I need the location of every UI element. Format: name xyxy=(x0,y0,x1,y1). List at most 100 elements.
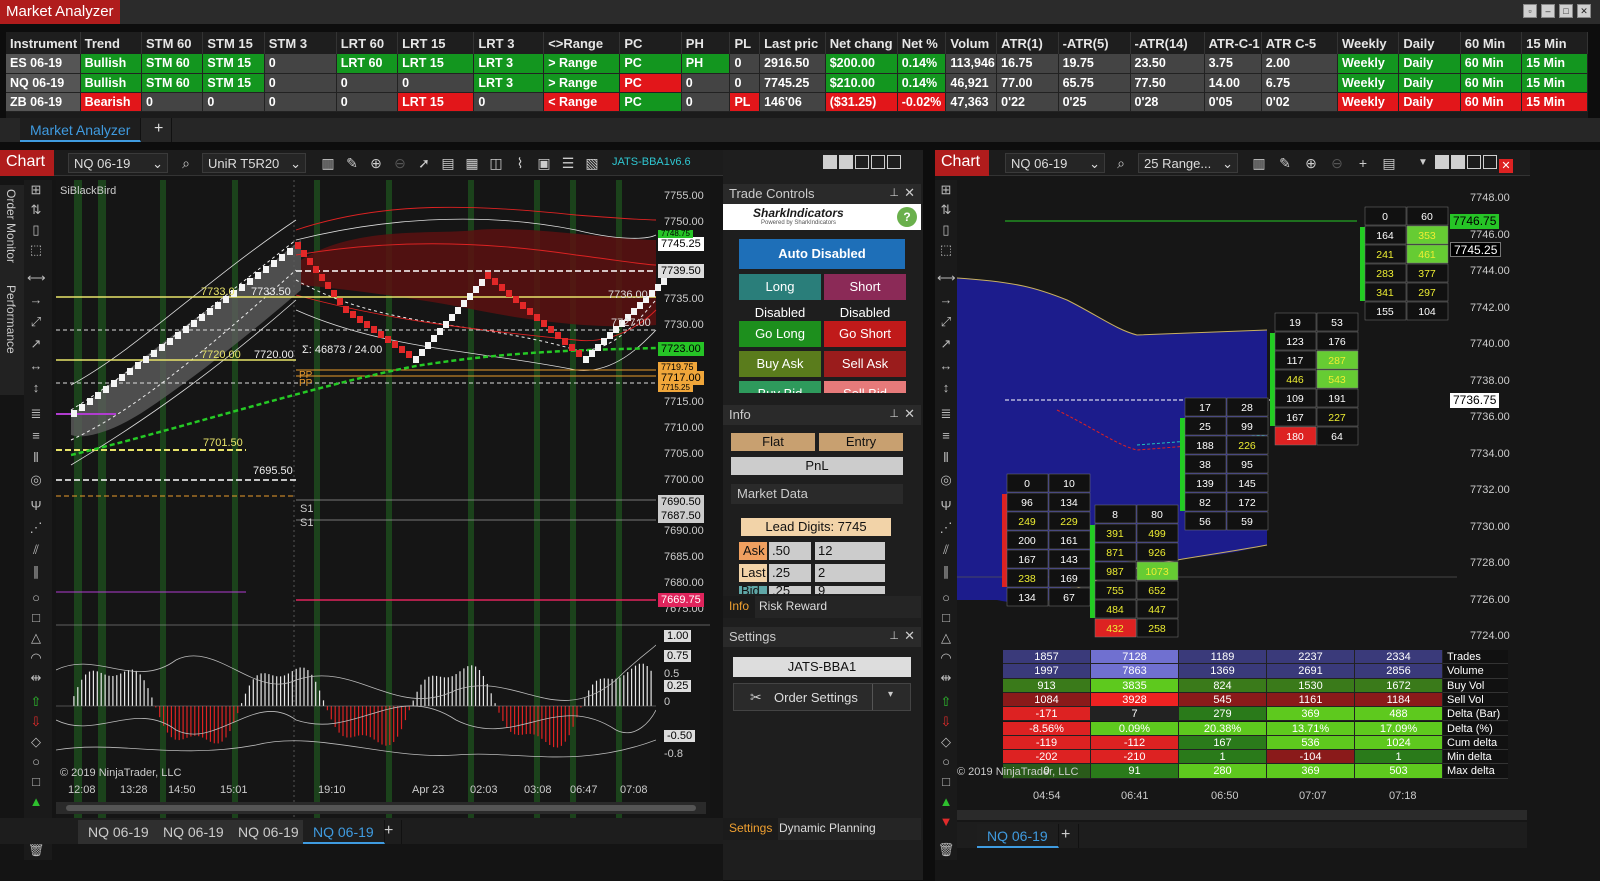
arrow-up-icon[interactable]: ⇧ xyxy=(27,694,45,710)
layout-icon[interactable] xyxy=(1435,155,1449,169)
region-icon[interactable]: ⇹ xyxy=(27,670,45,686)
grid-cell[interactable]: 113,946 xyxy=(945,54,998,74)
grid-cell[interactable]: > Range xyxy=(543,54,621,74)
close-icon[interactable]: ✕ xyxy=(904,406,915,422)
close-icon[interactable]: ✕ xyxy=(1499,159,1513,173)
tab-info[interactable]: Info xyxy=(723,596,756,618)
grid-cell[interactable]: 19.75 xyxy=(1058,54,1131,74)
rectangle-icon[interactable]: □ xyxy=(937,610,955,626)
fib-extension-icon[interactable]: ≡ xyxy=(27,428,45,444)
go-short-button[interactable]: Go Short xyxy=(824,321,906,347)
chart-trader-icon[interactable]: ▧ xyxy=(584,155,600,171)
grid-cell[interactable]: 77.50 xyxy=(1130,73,1205,93)
grid-cell[interactable]: 60 Min xyxy=(1460,73,1523,93)
grid-cell[interactable]: -0.02% xyxy=(897,92,947,112)
restore-icon[interactable] xyxy=(887,155,901,169)
arrow-down-icon[interactable]: ⇩ xyxy=(937,714,955,730)
column-header[interactable]: STM 60 xyxy=(141,32,204,54)
grid-cell[interactable]: STM 60 xyxy=(141,73,204,93)
grid-cell[interactable]: 0.14% xyxy=(897,73,947,93)
grid-cell[interactable]: 2916.50 xyxy=(759,54,826,74)
arrange-icon[interactable]: ⇅ xyxy=(27,202,45,218)
arc-icon[interactable]: ◠ xyxy=(27,650,45,666)
cursor-icon[interactable]: ➚ xyxy=(416,155,432,171)
arc-icon[interactable]: ◠ xyxy=(937,650,955,666)
minimize-icon[interactable] xyxy=(855,155,869,169)
column-header[interactable]: Instrument xyxy=(6,32,81,54)
regression-channel-icon[interactable]: ⫽ xyxy=(27,542,45,558)
grid-cell[interactable]: 0.14% xyxy=(897,54,947,74)
column-header[interactable]: 60 Min xyxy=(1460,32,1523,54)
bar-chart-icon[interactable]: ▥ xyxy=(320,155,336,171)
grid-cell[interactable]: 7745.25 xyxy=(759,73,826,93)
column-header[interactable]: LRT 15 xyxy=(397,32,475,54)
bar-type-selector[interactable]: 25 Range... ⌄ xyxy=(1138,153,1238,173)
arrow-down-icon[interactable]: ⇩ xyxy=(27,714,45,730)
column-header[interactable]: PC xyxy=(619,32,682,54)
minimize-icon[interactable] xyxy=(1467,155,1481,169)
grid-cell[interactable]: 0'02 xyxy=(1261,92,1338,112)
grid-cell[interactable]: 16.75 xyxy=(996,54,1059,74)
grid-cell[interactable]: 47,363 xyxy=(945,92,998,112)
grid-cell[interactable]: 65.75 xyxy=(1058,73,1131,93)
chart-tab-1[interactable]: NQ 06-19 xyxy=(977,824,1059,848)
grid-cell[interactable]: Bearish xyxy=(80,92,142,112)
auto-disabled-button[interactable]: Auto Disabled xyxy=(739,239,905,269)
column-header[interactable]: ATR-C-1 xyxy=(1204,32,1262,54)
minimize-icon[interactable]: – xyxy=(1541,4,1555,18)
close-icon[interactable]: ✕ xyxy=(1577,4,1591,18)
ray-icon[interactable]: → xyxy=(27,292,45,308)
long-disabled-button[interactable]: Long Disabled xyxy=(739,274,821,320)
diamond-icon[interactable]: ◇ xyxy=(937,734,955,750)
grid-cell[interactable]: PL xyxy=(729,92,761,112)
maximize-icon[interactable] xyxy=(1483,155,1497,169)
grid-cell[interactable]: < Range xyxy=(543,92,621,112)
column-header[interactable]: Weekly xyxy=(1337,32,1400,54)
column-header[interactable]: ATR C-5 xyxy=(1261,32,1338,54)
grid-cell[interactable]: 77.00 xyxy=(996,73,1059,93)
column-header[interactable]: STM 3 xyxy=(264,32,337,54)
column-header[interactable]: Last pric xyxy=(759,32,826,54)
grid-cell[interactable]: PC xyxy=(619,73,682,93)
tab-dynamic-planning[interactable]: Dynamic Planning xyxy=(773,818,882,840)
close-icon[interactable]: ✕ xyxy=(904,185,915,201)
line-icon[interactable]: ⟷ xyxy=(27,270,46,286)
grid-cell[interactable]: 0 xyxy=(264,92,337,112)
ellipse-icon[interactable]: ○ xyxy=(937,590,955,606)
grid-cell[interactable]: ZB 06-19 xyxy=(6,92,81,112)
dot-icon[interactable]: ○ xyxy=(937,754,955,770)
grid-cell[interactable]: 0 xyxy=(729,54,761,74)
fib-circle-icon[interactable]: ◎ xyxy=(27,472,45,488)
column-header[interactable]: Volum xyxy=(945,32,998,54)
drawing-tools-icon[interactable]: ⌇ xyxy=(512,155,528,171)
grid-cell[interactable]: 0'28 xyxy=(1130,92,1205,112)
buy-ask-button[interactable]: Buy Ask xyxy=(739,351,821,377)
lock-icon[interactable]: ▯ xyxy=(27,222,45,238)
grid-row[interactable]: ZB 06-19 Bearish 0 0 0 0 LRT 15 0 < Range PC 0 PL 14… xyxy=(6,92,1588,112)
extended-line-icon[interactable]: ⤢ xyxy=(27,314,45,330)
horizontal-line-icon[interactable]: ↔ xyxy=(27,358,45,374)
grid-cell[interactable]: 0 xyxy=(336,92,399,112)
trash-icon[interactable]: 🗑 xyxy=(27,842,45,858)
ellipse-icon[interactable]: ○ xyxy=(27,590,45,606)
chart-tab-1[interactable]: NQ 06-19 xyxy=(78,820,160,844)
strategies-icon[interactable]: ▦ xyxy=(464,155,480,171)
ray-icon[interactable]: → xyxy=(937,292,955,308)
grid-cell[interactable]: 0 xyxy=(681,73,731,93)
column-header[interactable]: Daily xyxy=(1398,32,1461,54)
grid-row[interactable]: ES 06-19 Bullish STM 60 STM 15 0 LRT 60 LRT 15… xyxy=(6,54,1588,74)
line-icon[interactable]: ⟷ xyxy=(937,270,956,286)
fib-timezone-icon[interactable]: ⦀ xyxy=(937,450,955,466)
grid-cell[interactable]: STM 15 xyxy=(202,54,265,74)
grid-cell[interactable]: 15 Min xyxy=(1521,92,1588,112)
grid-cell[interactable]: 46,921 xyxy=(945,73,998,93)
grid-cell[interactable]: Weekly xyxy=(1337,54,1400,74)
grid-cell[interactable]: 0 xyxy=(729,73,761,93)
close-icon[interactable]: ✕ xyxy=(904,628,915,644)
grid-cell[interactable]: STM 15 xyxy=(202,73,265,93)
gann-fan-icon[interactable]: ⋰ xyxy=(937,520,955,536)
bar-type-selector[interactable]: UniR T5R20 ⌄ xyxy=(202,153,306,173)
add-chart-tab-button[interactable]: + xyxy=(1053,824,1080,848)
grid-cell[interactable]: 2.00 xyxy=(1261,54,1338,74)
fib-retracement-icon[interactable]: ≣ xyxy=(937,406,955,422)
